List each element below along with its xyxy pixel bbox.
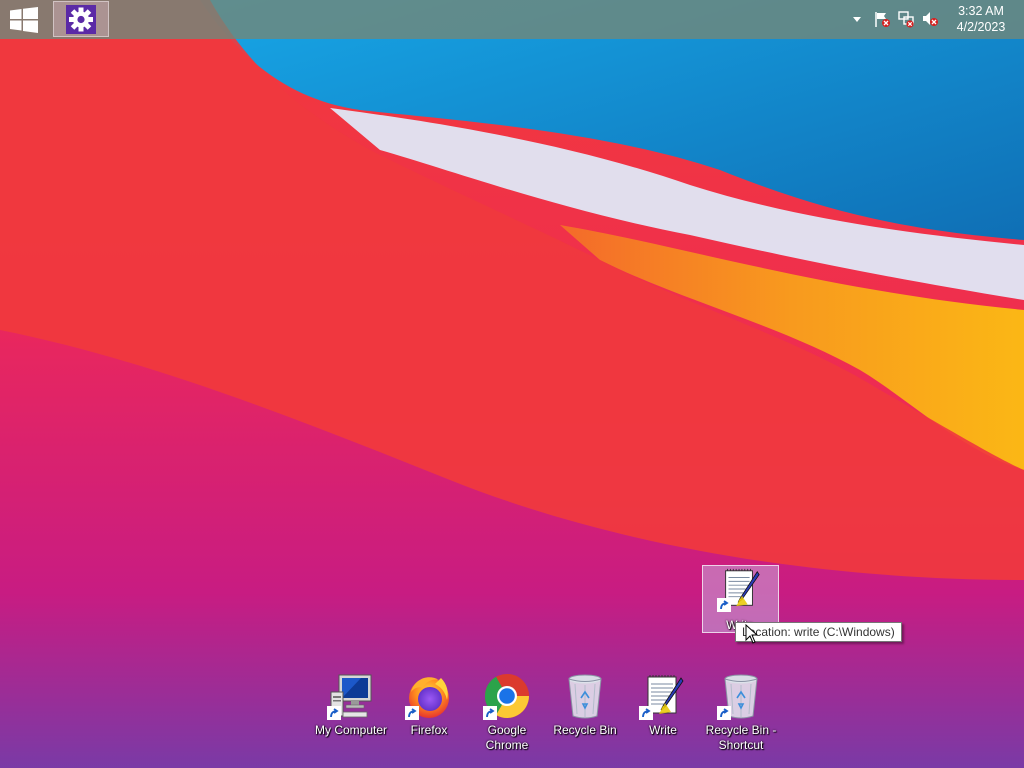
taskbar: 3:32 AM 4/2/2023 [0,0,1024,39]
recycle-bin-icon [568,674,602,719]
icon-tooltip: Location: write (C:\Windows) [735,622,902,642]
shortcut-arrow-icon [639,706,653,720]
network-disconnected-icon[interactable] [897,10,915,28]
desktop-icon-label: Google Chrome [485,723,529,752]
chevron-up-icon[interactable] [850,12,864,26]
shortcut-arrow-icon [483,706,497,720]
volume-muted-icon[interactable] [921,10,939,28]
desktop-icon-label: Recycle Bin - Shortcut [705,723,777,752]
desktop-icon-my-computer[interactable]: My Computer [311,672,391,738]
action-center-flag-icon[interactable] [873,10,891,28]
desktop-icon-label: Firefox [410,723,448,737]
taskbar-settings-button[interactable] [53,1,109,37]
desktop-icon-write[interactable]: Write [623,672,703,738]
desktop-icon-label: Recycle Bin [553,723,617,737]
mouse-cursor-icon [745,624,759,644]
clock-date: 4/2/2023 [956,20,1006,34]
desktop-icon-label: My Computer [314,723,388,737]
desktop-icon-recycle-bin[interactable]: Recycle Bin [545,672,625,738]
clock-time: 3:32 AM [958,4,1004,18]
shortcut-arrow-icon [327,706,341,720]
desktop-icon-google-chrome[interactable]: Google Chrome [467,672,547,753]
desktop-icon-label: Write [649,723,677,737]
shortcut-arrow-icon [405,706,419,720]
shortcut-arrow-icon [717,598,731,612]
windows-logo-icon [10,7,38,33]
shortcut-arrow-icon [717,706,731,720]
settings-tile [66,5,96,34]
desktop-icon-firefox[interactable]: Firefox [389,672,469,738]
gear-icon [69,7,93,32]
taskbar-clock[interactable]: 3:32 AM 4/2/2023 [950,3,1012,35]
desktop-icon-recycle-bin-shortcut[interactable]: Recycle Bin - Shortcut [701,672,781,753]
start-button[interactable] [10,7,40,33]
desktop-wallpaper [0,0,1024,768]
